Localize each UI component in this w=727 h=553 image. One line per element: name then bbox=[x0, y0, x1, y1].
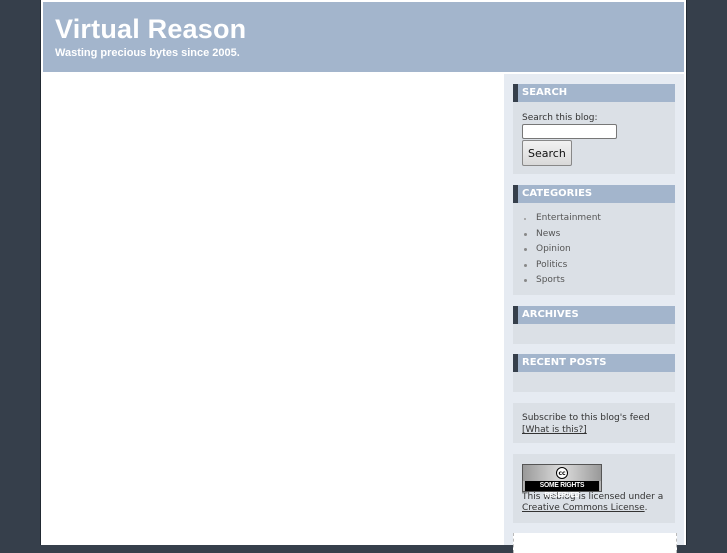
feed-help-link[interactable]: [What is this?] bbox=[522, 425, 587, 435]
category-item[interactable]: Opinion bbox=[522, 242, 666, 258]
license-widget: cc SOME RIGHTS RESERVED This weblog is l… bbox=[513, 454, 675, 523]
site-title[interactable]: Virtual Reason bbox=[55, 14, 246, 45]
category-item[interactable]: Entertainment bbox=[522, 211, 666, 227]
creative-commons-badge[interactable]: cc SOME RIGHTS RESERVED bbox=[522, 464, 602, 499]
cc-logo-icon: cc bbox=[556, 467, 568, 479]
license-text: This weblog is licensed under a bbox=[522, 492, 664, 502]
category-item[interactable]: News bbox=[522, 227, 666, 243]
page-wrapper: Virtual Reason Wasting precious bytes si… bbox=[40, 0, 687, 553]
recent-posts-widget: RECENT POSTS bbox=[513, 354, 675, 392]
site-header: Virtual Reason Wasting precious bytes si… bbox=[43, 2, 684, 72]
feed-widget: Subscribe to this blog's feed [What is t… bbox=[513, 403, 675, 443]
bullet-icon bbox=[524, 279, 527, 282]
sidebar: SEARCH Search this blog: Search CATEGORI… bbox=[504, 74, 684, 553]
feed-text: Subscribe to this blog's feed bbox=[522, 413, 650, 423]
search-label: Search this blog: bbox=[522, 113, 598, 123]
category-list: Entertainment News Opinion Politics Spor… bbox=[522, 207, 666, 289]
cc-badge-text: SOME RIGHTS RESERVED bbox=[524, 481, 600, 499]
categories-widget: CATEGORIES Entertainment News Opinion Po… bbox=[513, 185, 675, 295]
creative-commons-link[interactable]: Creative Commons License bbox=[522, 503, 645, 513]
search-widget-title: SEARCH bbox=[513, 84, 675, 102]
category-item[interactable]: Politics bbox=[522, 258, 666, 274]
categories-widget-title: CATEGORIES bbox=[513, 185, 675, 203]
archives-widget: ARCHIVES bbox=[513, 306, 675, 344]
search-input[interactable] bbox=[522, 124, 617, 139]
bullet-icon bbox=[524, 263, 527, 267]
bullet-icon bbox=[524, 218, 526, 220]
bullet-icon bbox=[524, 232, 527, 236]
search-widget: SEARCH Search this blog: Search bbox=[513, 84, 675, 174]
category-item[interactable]: Sports bbox=[522, 273, 666, 289]
additional-widget bbox=[513, 533, 677, 553]
site-tagline: Wasting precious bytes since 2005. bbox=[55, 47, 240, 59]
archives-widget-title: ARCHIVES bbox=[513, 306, 675, 324]
search-button[interactable]: Search bbox=[522, 140, 572, 166]
recent-posts-widget-title: RECENT POSTS bbox=[513, 354, 675, 372]
bullet-icon bbox=[524, 248, 527, 251]
main-content bbox=[43, 74, 503, 545]
